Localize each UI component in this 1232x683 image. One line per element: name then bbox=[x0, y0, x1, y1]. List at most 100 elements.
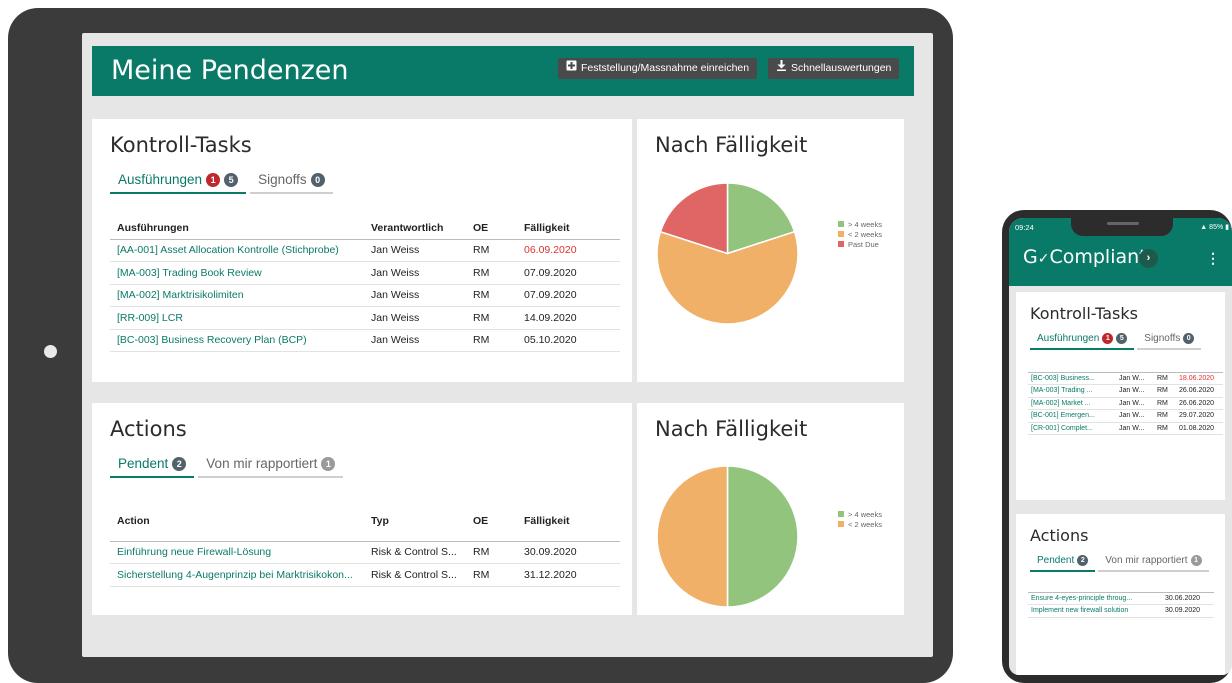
mobile-control-tasks-card: Kontroll-Tasks Ausführungen 1 5 Signoffs… bbox=[1016, 292, 1225, 500]
task-link[interactable]: [BC-003] Business Recovery Plan (BCP) bbox=[110, 329, 364, 352]
action-link[interactable]: Einführung neue Firewall-Lösung bbox=[110, 541, 364, 564]
table-row[interactable]: Sicherstellung 4-Augenprinzip bei Marktr… bbox=[110, 563, 620, 587]
table-row[interactable]: [CR-001] Complet... Jan W... RM 01.08.20… bbox=[1028, 422, 1223, 435]
download-icon bbox=[775, 58, 787, 79]
tab-reported-by-me[interactable]: Von mir rapportiert 1 bbox=[1098, 555, 1209, 572]
tab-executions[interactable]: Ausführungen 1 5 bbox=[1030, 333, 1135, 350]
task-link[interactable]: [RR-009] LCR bbox=[110, 306, 364, 330]
count-badge: 0 bbox=[310, 172, 325, 187]
mobile-actions-table: Ensure 4-eyes-principle throug... 30.06.… bbox=[1028, 590, 1214, 618]
table-row[interactable]: [MA-002] Marktrisikolimiten Jan Weiss RM… bbox=[110, 284, 620, 307]
oe-cell: RM bbox=[466, 306, 517, 330]
legend-item: > 4 weeks bbox=[838, 219, 882, 229]
status-time: 09:24 bbox=[1015, 223, 1034, 232]
tab-executions-label: Ausführungen bbox=[1037, 333, 1100, 344]
table-row[interactable]: Ensure 4-eyes-principle throug... 30.06.… bbox=[1028, 592, 1214, 605]
tab-reported-by-me-label: Von mir rapportiert bbox=[1105, 555, 1188, 566]
due-date-cell: 07.09.2020 bbox=[517, 261, 620, 285]
chevron-right-icon[interactable]: › bbox=[1139, 249, 1158, 268]
signal-icon: ▲ bbox=[1200, 224, 1208, 231]
legend-label: < 2 weeks bbox=[848, 229, 882, 239]
task-link[interactable]: [MA-003] Trading Book Review bbox=[110, 261, 364, 285]
column-header[interactable]: OE bbox=[466, 217, 517, 240]
task-link[interactable]: [CR-001] Complet... bbox=[1028, 422, 1116, 435]
overdue-badge: 1 bbox=[1102, 333, 1114, 344]
tab-pending[interactable]: Pendent 2 bbox=[1030, 555, 1096, 572]
tab-pending[interactable]: Pendent 2 bbox=[110, 456, 195, 478]
tab-signoffs[interactable]: Signoffs 0 bbox=[1137, 333, 1202, 350]
tasks-due-chart-card: Nach Fälligkeit > 4 weeks < 2 weeks Past… bbox=[637, 119, 904, 382]
legend-swatch bbox=[838, 521, 844, 527]
logo-text-prefix: G bbox=[1023, 246, 1038, 268]
legend-item: > 4 weeks bbox=[838, 509, 882, 519]
table-row[interactable]: [MA-003] Trading ... Jan W... RM 26.06.2… bbox=[1028, 384, 1223, 398]
table-row[interactable]: [BC-003] Business Recovery Plan (BCP) Ja… bbox=[110, 329, 620, 352]
count-badge: 5 bbox=[224, 172, 239, 187]
submit-finding-button[interactable]: Feststellung/Massnahme einreichen bbox=[558, 58, 758, 79]
tab-reported-by-me-label: Von mir rapportiert bbox=[206, 456, 318, 471]
column-header[interactable]: Ausführungen bbox=[110, 217, 364, 240]
owner-cell: Jan Weiss bbox=[364, 261, 466, 285]
actions-card: Actions Pendent 2 Von mir rapportiert 1 … bbox=[92, 403, 632, 615]
table-row[interactable]: [MA-003] Trading Book Review Jan Weiss R… bbox=[110, 261, 620, 285]
tab-executions[interactable]: Ausführungen 1 5 bbox=[110, 172, 247, 194]
overdue-badge: 1 bbox=[206, 172, 221, 187]
oe-cell: RM bbox=[466, 563, 517, 587]
mobile-actions-title: Actions bbox=[1030, 526, 1089, 545]
task-link[interactable]: [AA-001] Asset Allocation Kontrolle (Sti… bbox=[110, 239, 364, 262]
control-tasks-tabs: Ausführungen 1 5 Signoffs 0 bbox=[110, 172, 333, 194]
column-header[interactable]: Typ bbox=[364, 501, 466, 542]
table-row[interactable]: [RR-009] LCR Jan Weiss RM 14.09.2020 bbox=[110, 306, 620, 330]
column-header[interactable]: Fälligkeit bbox=[517, 501, 620, 542]
task-link[interactable]: [MA-003] Trading ... bbox=[1028, 384, 1116, 398]
legend-swatch bbox=[838, 241, 844, 247]
task-link[interactable]: [MA-002] Market ... bbox=[1028, 397, 1116, 410]
column-header[interactable]: Fälligkeit bbox=[517, 217, 620, 240]
action-link[interactable]: Sicherstellung 4-Augenprinzip bei Marktr… bbox=[110, 563, 364, 587]
table-row[interactable]: [AA-001] Asset Allocation Kontrolle (Sti… bbox=[110, 239, 620, 262]
table-header-row: Ausführungen Verantwortlich OE Fälligkei… bbox=[110, 217, 620, 240]
mobile-actions-card: Actions Pendent 2 Von mir rapportiert 1 … bbox=[1016, 514, 1225, 675]
column-header[interactable]: Verantwortlich bbox=[364, 217, 466, 240]
oe-cell: RM bbox=[1154, 384, 1176, 398]
table-row[interactable]: Implement new firewall solution 30.09.20… bbox=[1028, 604, 1214, 618]
due-date-cell: 29.07.2020 bbox=[1176, 409, 1223, 423]
mobile-control-tasks-table: [BC-003] Business... Jan W... RM 18.06.2… bbox=[1028, 370, 1223, 435]
due-date-cell: 26.06.2020 bbox=[1176, 384, 1223, 398]
due-date-cell: 30.06.2020 bbox=[1162, 592, 1214, 605]
app-logo: G✓Compliant bbox=[1023, 246, 1147, 268]
due-date-cell: 31.12.2020 bbox=[517, 563, 620, 587]
table-row[interactable]: Einführung neue Firewall-Lösung Risk & C… bbox=[110, 541, 620, 564]
column-header[interactable]: OE bbox=[466, 501, 517, 542]
count-badge: 2 bbox=[1077, 555, 1089, 566]
quick-reports-button[interactable]: Schnellauswertungen bbox=[768, 58, 900, 79]
actions-table: Action Typ OE Fälligkeit Einführung neue… bbox=[110, 501, 620, 587]
oe-cell: RM bbox=[466, 541, 517, 564]
type-cell: Risk & Control S... bbox=[364, 563, 466, 587]
phone-device: 09:24 ▲ 85% ▮ G✓Compliant › ⋮ Kontroll-T… bbox=[1002, 210, 1232, 683]
table-row[interactable]: [BC-003] Business... Jan W... RM 18.06.2… bbox=[1028, 372, 1223, 385]
legend-item: Past Due bbox=[838, 239, 882, 249]
due-date-cell: 01.08.2020 bbox=[1176, 422, 1223, 435]
app-header: 09:24 ▲ 85% ▮ G✓Compliant › ⋮ bbox=[1009, 218, 1232, 286]
table-row[interactable]: [BC-001] Emergen... Jan W... RM 29.07.20… bbox=[1028, 409, 1223, 423]
mobile-control-tasks-tabs: Ausführungen 1 5 Signoffs 0 bbox=[1030, 333, 1202, 350]
count-badge: 1 bbox=[1190, 555, 1202, 566]
action-link[interactable]: Implement new firewall solution bbox=[1028, 604, 1162, 618]
battery-level: 85% bbox=[1209, 224, 1224, 231]
task-link[interactable]: [MA-002] Marktrisikolimiten bbox=[110, 284, 364, 307]
pie-slice-2-weeks[interactable] bbox=[656, 465, 729, 608]
task-link[interactable]: [BC-003] Business... bbox=[1028, 372, 1116, 385]
table-row[interactable]: [MA-002] Market ... Jan W... RM 26.06.20… bbox=[1028, 397, 1223, 410]
more-menu-icon[interactable]: ⋮ bbox=[1206, 250, 1220, 267]
action-link[interactable]: Ensure 4-eyes-principle throug... bbox=[1028, 592, 1162, 605]
tab-reported-by-me[interactable]: Von mir rapportiert 1 bbox=[198, 456, 344, 478]
owner-cell: Jan Weiss bbox=[364, 329, 466, 352]
column-header[interactable]: Action bbox=[110, 501, 364, 542]
pie-slice-4-weeks[interactable] bbox=[726, 465, 799, 608]
owner-cell: Jan W... bbox=[1116, 384, 1154, 398]
tab-signoffs[interactable]: Signoffs 0 bbox=[250, 172, 333, 194]
task-link[interactable]: [BC-001] Emergen... bbox=[1028, 409, 1116, 423]
battery-icon: ▮ bbox=[1225, 224, 1229, 231]
page-title: Meine Pendenzen bbox=[111, 55, 349, 86]
